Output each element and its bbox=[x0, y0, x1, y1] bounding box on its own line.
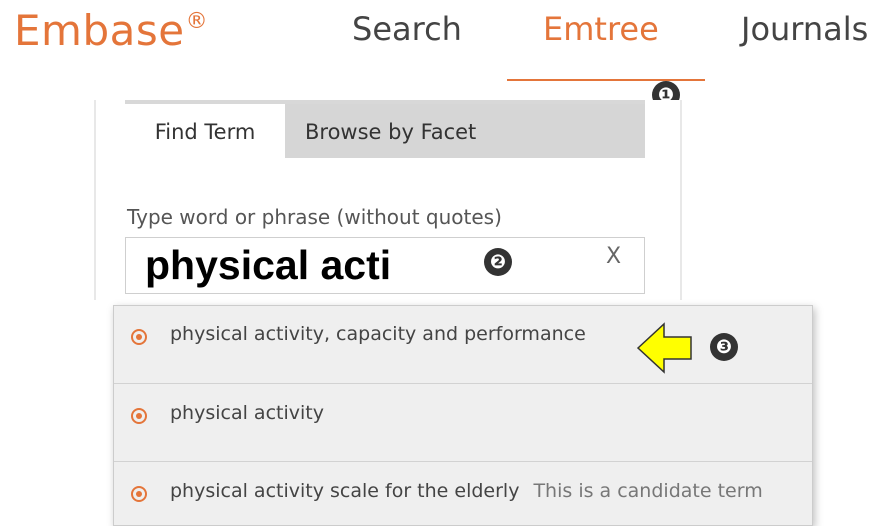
suggestion-item[interactable]: physical activity bbox=[114, 384, 812, 462]
active-nav-underline bbox=[507, 79, 705, 81]
step-marker-2: ❷ bbox=[484, 248, 512, 276]
suggestion-item[interactable]: physical activity scale for the elderly T… bbox=[114, 462, 812, 526]
tab-browse-by-facet[interactable]: Browse by Facet bbox=[285, 104, 645, 158]
left-arrow-icon bbox=[636, 322, 692, 374]
search-input-value[interactable]: physical acti bbox=[145, 240, 391, 290]
autocomplete-dropdown: physical activity, capacity and performa… bbox=[113, 305, 813, 526]
nav-search[interactable]: Search bbox=[352, 10, 462, 48]
nav-journals[interactable]: Journals bbox=[741, 10, 868, 48]
suggestion-text-group: physical activity scale for the elderly T… bbox=[170, 480, 763, 502]
step-marker-3: ❸ bbox=[710, 333, 738, 361]
clear-search-button[interactable]: X bbox=[606, 244, 621, 269]
suggestion-label: physical activity bbox=[170, 402, 324, 424]
radio-icon bbox=[131, 486, 147, 502]
search-field-label: Type word or phrase (without quotes) bbox=[127, 205, 502, 229]
embase-logo[interactable]: Embase® bbox=[14, 6, 208, 55]
suggestion-label: physical activity, capacity and performa… bbox=[170, 323, 586, 345]
radio-icon bbox=[131, 408, 147, 424]
suggestion-label: physical activity scale for the elderly bbox=[170, 480, 520, 502]
registered-mark: ® bbox=[185, 9, 209, 34]
suggestion-item[interactable]: physical activity, capacity and performa… bbox=[114, 306, 812, 384]
nav-emtree[interactable]: Emtree bbox=[543, 10, 659, 48]
logo-text: Embase bbox=[14, 6, 185, 55]
tab-find-term[interactable]: Find Term bbox=[125, 104, 285, 158]
candidate-term-note: This is a candidate term bbox=[533, 480, 763, 502]
radio-icon bbox=[131, 329, 147, 345]
